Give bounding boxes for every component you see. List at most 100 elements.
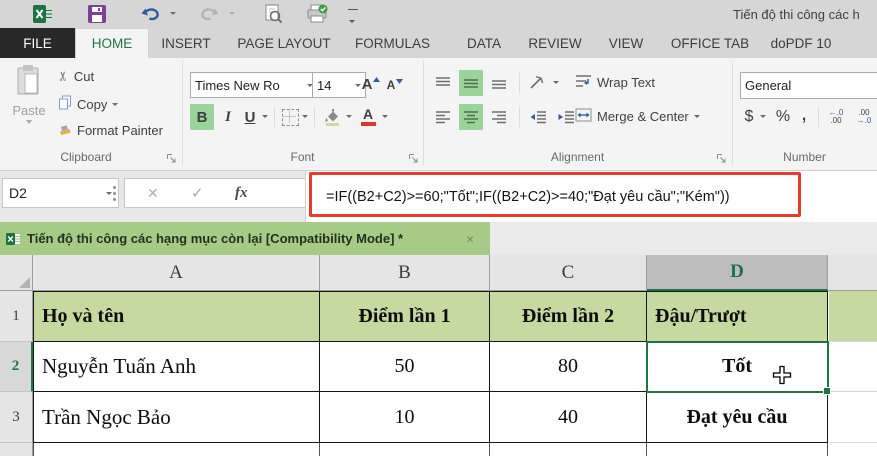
cell-a2[interactable]: Nguyễn Tuấn Anh xyxy=(33,342,320,392)
row-header-1[interactable]: 1 xyxy=(0,291,33,342)
document-tab[interactable]: Tiến độ thi công các hạng mục còn lại [C… xyxy=(0,222,490,255)
quick-print-icon[interactable] xyxy=(300,3,336,25)
decrease-indent-button[interactable] xyxy=(525,104,551,130)
cut-button[interactable]: ✂ Cut xyxy=(58,68,94,84)
cell-d3[interactable]: Đạt yêu cầu xyxy=(647,392,828,443)
cell-d1[interactable]: Đậu/Trượt xyxy=(647,291,828,342)
font-dialog-launcher-icon[interactable] xyxy=(408,151,420,163)
name-box[interactable]: D2 xyxy=(2,178,119,208)
cell-e2[interactable] xyxy=(829,342,877,392)
cell-b4[interactable] xyxy=(320,443,490,456)
borders-dropdown-caret[interactable] xyxy=(302,115,308,118)
formula-bar-splitter[interactable] xyxy=(113,186,116,189)
cell-d4[interactable] xyxy=(647,443,828,456)
cancel-icon[interactable]: ✕ xyxy=(147,185,159,202)
font-color-button[interactable]: A xyxy=(356,104,380,130)
borders-button[interactable] xyxy=(280,106,300,128)
font-color-dropdown-caret[interactable] xyxy=(382,115,388,118)
tab-page-layout[interactable]: PAGE LAYOUT xyxy=(234,28,334,58)
cell-b1[interactable]: Điểm lần 1 xyxy=(320,291,490,342)
tab-view[interactable]: VIEW xyxy=(604,28,648,58)
tab-formulas[interactable]: FORMULAS xyxy=(350,28,435,58)
underline-dropdown-caret[interactable] xyxy=(262,115,268,118)
format-painter-button[interactable]: Format Painter xyxy=(58,122,163,139)
redo-icon[interactable] xyxy=(194,3,224,25)
cell-c1[interactable]: Điểm lần 2 xyxy=(490,291,647,342)
font-family-combo[interactable]: Times New Ro xyxy=(190,72,318,98)
shrink-font-button[interactable]: A xyxy=(384,74,406,96)
merge-center-button[interactable]: Merge & Center xyxy=(575,108,700,125)
row-header-3[interactable]: 3 xyxy=(0,392,33,443)
align-right-button[interactable] xyxy=(487,104,511,130)
number-format-combo[interactable]: General xyxy=(740,72,877,99)
tab-review[interactable]: REVIEW xyxy=(524,28,586,58)
copy-dropdown-caret[interactable] xyxy=(112,103,118,106)
fill-color-dropdown-caret[interactable] xyxy=(346,115,352,118)
formula-input[interactable]: =IF((B2+C2)>=60;"Tốt";IF((B2+C2)>=40;"Đạ… xyxy=(305,171,877,222)
align-bottom-button[interactable] xyxy=(487,70,511,96)
cell-c3[interactable]: 40 xyxy=(490,392,647,443)
row-header-2[interactable]: 2 xyxy=(0,342,33,392)
tab-file[interactable]: FILE xyxy=(0,28,75,58)
column-header-d[interactable]: D xyxy=(647,255,828,291)
clipboard-dialog-launcher-icon[interactable] xyxy=(166,151,178,163)
undo-icon[interactable] xyxy=(136,3,166,25)
copy-button[interactable]: Copy xyxy=(58,95,118,113)
print-preview-icon[interactable] xyxy=(256,3,290,25)
accounting-format-button[interactable]: $ xyxy=(740,104,758,130)
orientation-button[interactable] xyxy=(525,70,551,96)
cell-a3[interactable]: Trần Ngọc Bảo xyxy=(33,392,320,443)
wrap-text-button[interactable]: Wrap Text xyxy=(575,74,655,91)
orientation-dropdown-caret[interactable] xyxy=(553,81,559,84)
cell-e3[interactable] xyxy=(829,392,877,443)
column-header-c[interactable]: C xyxy=(490,255,647,291)
cell-c2[interactable]: 80 xyxy=(490,342,647,392)
save-icon[interactable] xyxy=(84,3,110,25)
percent-style-button[interactable]: % xyxy=(772,104,794,130)
name-box-caret[interactable] xyxy=(106,192,112,195)
currency-icon: $ xyxy=(745,108,754,126)
insert-function-icon[interactable]: fx xyxy=(235,185,248,202)
mini-separator xyxy=(818,107,819,127)
merge-center-dropdown-caret[interactable] xyxy=(694,115,700,118)
cell-a4[interactable] xyxy=(33,443,320,456)
select-all-corner[interactable] xyxy=(0,255,33,291)
accounting-dropdown-caret[interactable] xyxy=(760,115,766,118)
align-left-button[interactable] xyxy=(431,104,455,130)
tab-data[interactable]: DATA xyxy=(458,28,510,58)
cell-d2[interactable]: Tốt xyxy=(647,342,828,392)
cell-e1[interactable] xyxy=(829,291,877,342)
font-size-value: 14 xyxy=(317,78,331,93)
cell-b2[interactable]: 50 xyxy=(320,342,490,392)
align-middle-button[interactable] xyxy=(459,70,483,96)
comma-style-button[interactable]: , xyxy=(796,100,812,126)
alignment-dialog-launcher-icon[interactable] xyxy=(716,151,728,163)
tab-dopdf[interactable]: doPDF 10 xyxy=(766,28,836,58)
cell-a1[interactable]: Họ và tên xyxy=(33,291,320,342)
document-tab-close-icon[interactable]: × xyxy=(466,222,474,255)
column-header-e[interactable] xyxy=(828,255,877,291)
cell-c4[interactable] xyxy=(490,443,647,456)
align-center-button[interactable] xyxy=(459,104,483,130)
tab-insert[interactable]: INSERT xyxy=(156,28,216,58)
underline-button[interactable]: U xyxy=(240,104,260,130)
paste-button[interactable]: Paste xyxy=(6,64,52,150)
cell-b3[interactable]: 10 xyxy=(320,392,490,443)
italic-button[interactable]: I xyxy=(218,104,238,130)
customize-quick-access-toolbar-icon[interactable] xyxy=(348,9,358,19)
bold-button[interactable]: B xyxy=(190,104,214,130)
column-header-a[interactable]: A xyxy=(33,255,320,291)
decrease-decimal-button[interactable]: .00→.0 xyxy=(852,105,876,129)
column-header-b[interactable]: B xyxy=(320,255,490,291)
font-size-combo[interactable]: 14 xyxy=(312,72,366,98)
undo-dropdown-caret[interactable] xyxy=(170,12,176,15)
grow-font-button[interactable]: A xyxy=(360,72,382,96)
row-header-4[interactable] xyxy=(0,443,33,456)
fill-color-button[interactable] xyxy=(320,104,344,130)
increase-decimal-button[interactable]: ←.0.00 xyxy=(824,105,848,129)
tab-office-tab[interactable]: OFFICE TAB xyxy=(666,28,754,58)
tab-home[interactable]: HOME xyxy=(75,28,149,58)
enter-icon[interactable]: ✓ xyxy=(191,184,204,202)
align-top-button[interactable] xyxy=(431,70,455,96)
percent-icon: % xyxy=(776,108,790,126)
